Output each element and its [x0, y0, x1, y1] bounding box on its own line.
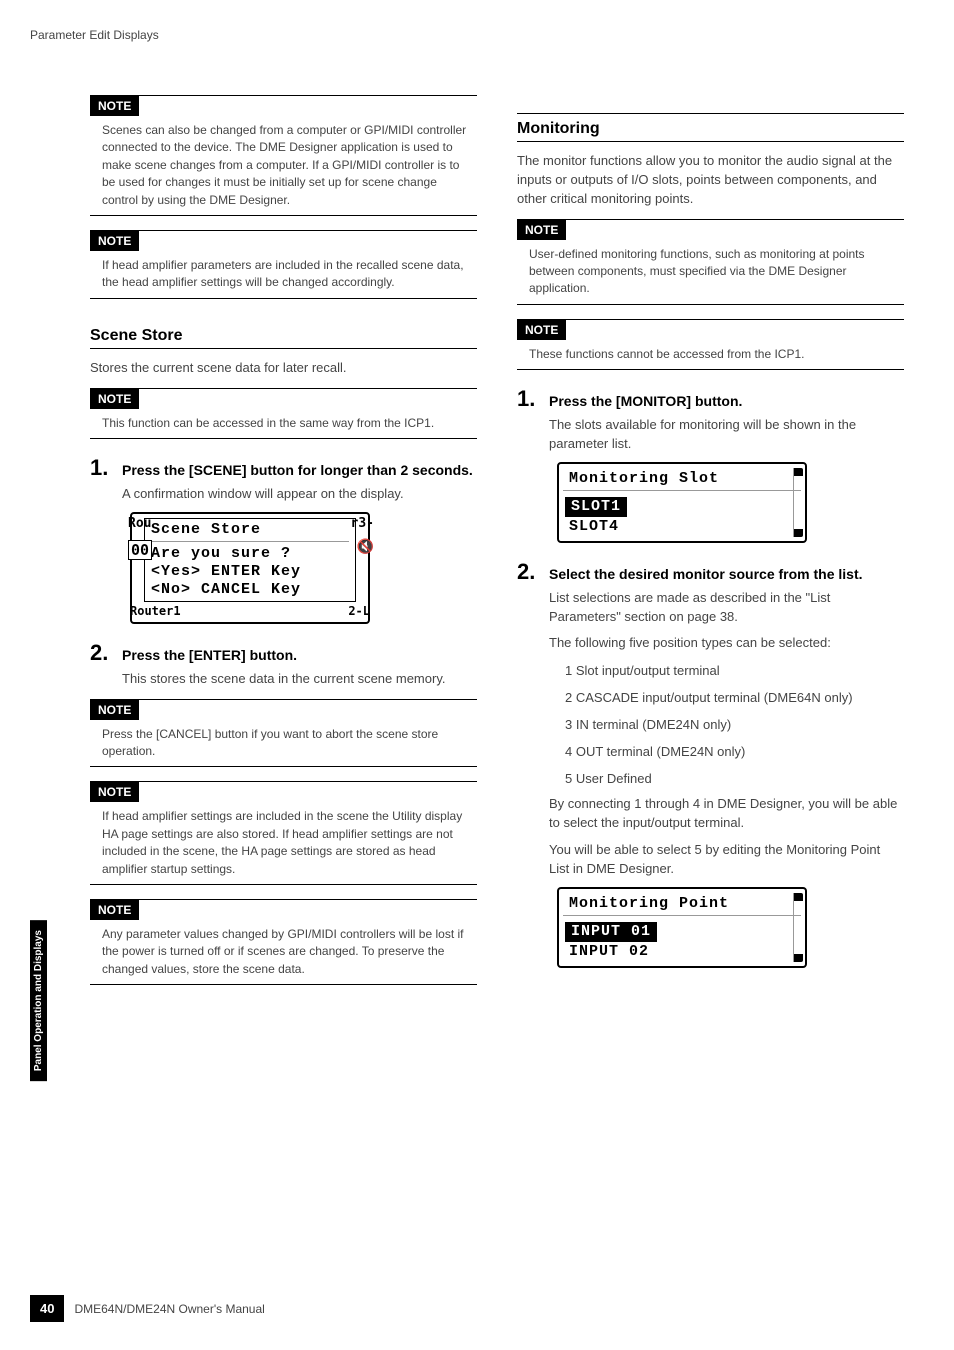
step-body: The following five position types can be…: [549, 634, 904, 653]
note-block: NOTE If head amplifier parameters are in…: [90, 230, 477, 299]
scrollbar-icon: [793, 893, 803, 962]
step-number: 2.: [90, 640, 114, 666]
lcd-tag-right: r3-: [351, 516, 374, 531]
note-body: Scenes can also be changed from a comput…: [90, 116, 477, 215]
step-body: You will be able to select 5 by editing …: [549, 841, 904, 879]
lcd-monitoring-point: Monitoring Point INPUT 01 INPUT 02: [557, 887, 904, 968]
lcd-tag-bot-left: Router1: [130, 604, 181, 618]
note-body: If head amplifier parameters are include…: [90, 251, 477, 298]
section-heading-monitoring: Monitoring: [517, 113, 904, 142]
lcd-row-selected: INPUT 01: [565, 922, 657, 942]
step-body: This stores the scene data in the curren…: [122, 670, 477, 689]
step-1: 1. Press the [MONITOR] button.: [517, 386, 904, 412]
list-item: 4 OUT terminal (DME24N only): [565, 742, 904, 763]
step-title: Press the [SCENE] button for longer than…: [122, 462, 473, 478]
section-description: Stores the current scene data for later …: [90, 359, 477, 378]
note-body: These functions cannot be accessed from …: [517, 340, 904, 369]
lcd-title: Scene Store: [151, 521, 349, 542]
list-item: 5 User Defined: [565, 769, 904, 790]
note-label: NOTE: [517, 220, 566, 240]
note-label: NOTE: [517, 320, 566, 340]
list-item: 2 CASCADE input/output terminal (DME64N …: [565, 688, 904, 709]
step-number: 1.: [517, 386, 541, 412]
step-body: The slots available for monitoring will …: [549, 416, 904, 454]
speaker-mute-icon: 🔇: [357, 538, 374, 555]
note-body: Press the [CANCEL] button if you want to…: [90, 720, 477, 767]
lcd-monitoring-slot: Monitoring Slot SLOT1 SLOT4: [557, 462, 904, 543]
lcd-title: Monitoring Slot: [563, 468, 801, 491]
step-body: By connecting 1 through 4 in DME Designe…: [549, 795, 904, 833]
note-block: NOTE If head amplifier settings are incl…: [90, 781, 477, 885]
step-body: A confirmation window will appear on the…: [122, 485, 477, 504]
note-body: Any parameter values changed by GPI/MIDI…: [90, 920, 477, 984]
step-body: List selections are made as described in…: [549, 589, 904, 627]
note-label: NOTE: [90, 700, 139, 720]
note-block: NOTE Scenes can also be changed from a c…: [90, 95, 477, 216]
step-1: 1. Press the [SCENE] button for longer t…: [90, 455, 477, 481]
list-item: 1 Slot input/output terminal: [565, 661, 904, 682]
left-column: NOTE Scenes can also be changed from a c…: [90, 85, 477, 999]
note-label: NOTE: [90, 900, 139, 920]
lcd-tag-left: Rou: [128, 516, 151, 531]
right-column: Monitoring The monitor functions allow y…: [517, 85, 904, 999]
lcd-tag-bot-right: 2-L: [348, 604, 370, 618]
step-title: Select the desired monitor source from t…: [549, 566, 863, 582]
note-label: NOTE: [90, 96, 139, 116]
note-block: NOTE User-defined monitoring functions, …: [517, 219, 904, 305]
step-number: 2.: [517, 559, 541, 585]
lcd-zero-box: 00: [128, 540, 152, 560]
note-body: If head amplifier settings are included …: [90, 802, 477, 884]
side-tab: Panel Operation and Displays: [30, 920, 47, 1081]
lcd-row-selected: SLOT1: [565, 497, 627, 517]
step-title: Press the [MONITOR] button.: [549, 393, 742, 409]
section-description: The monitor functions allow you to monit…: [517, 152, 904, 209]
page-header: Parameter Edit Displays: [30, 28, 159, 42]
note-body: User-defined monitoring functions, such …: [517, 240, 904, 304]
list-item: 3 IN terminal (DME24N only): [565, 715, 904, 736]
lcd-scene-store: Rou r3- 00 🔇 Scene Store Are you sure ? …: [130, 512, 477, 624]
page-number: 40: [30, 1295, 64, 1322]
note-block: NOTE Any parameter values changed by GPI…: [90, 899, 477, 985]
note-body: This function can be accessed in the sam…: [90, 409, 477, 438]
page-footer: 40 DME64N/DME24N Owner's Manual: [30, 1295, 265, 1322]
step-title: Press the [ENTER] button.: [122, 647, 297, 663]
note-block: NOTE This function can be accessed in th…: [90, 388, 477, 439]
section-heading-scene-store: Scene Store: [90, 327, 477, 349]
scrollbar-icon: [793, 468, 803, 537]
note-block: NOTE Press the [CANCEL] button if you wa…: [90, 699, 477, 768]
note-block: NOTE These functions cannot be accessed …: [517, 319, 904, 370]
step-number: 1.: [90, 455, 114, 481]
step-2: 2. Press the [ENTER] button.: [90, 640, 477, 666]
lcd-title: Monitoring Point: [563, 893, 801, 916]
lcd-line: <Yes> ENTER Key: [151, 563, 349, 581]
note-label: NOTE: [90, 389, 139, 409]
lcd-line: Are you sure ?: [151, 545, 349, 563]
lcd-row: SLOT4: [563, 517, 801, 537]
lcd-row: INPUT 02: [563, 942, 801, 962]
note-label: NOTE: [90, 231, 139, 251]
note-label: NOTE: [90, 782, 139, 802]
lcd-line: <No> CANCEL Key: [151, 581, 349, 599]
step-2: 2. Select the desired monitor source fro…: [517, 559, 904, 585]
manual-title: DME64N/DME24N Owner's Manual: [74, 1302, 264, 1316]
